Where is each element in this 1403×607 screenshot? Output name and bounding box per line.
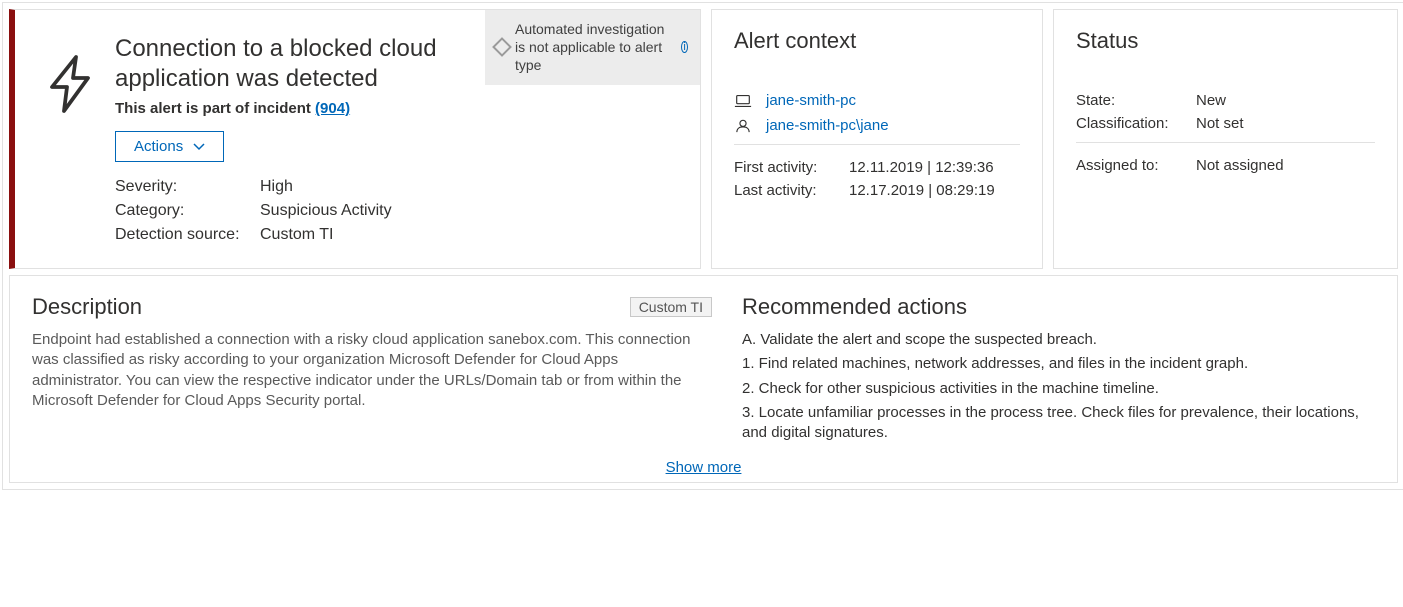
investigation-banner: Automated investigation is not applicabl… (485, 10, 700, 85)
severity-row: Severity: High (115, 178, 678, 196)
recommended-title: Recommended actions (742, 294, 1375, 320)
description-column: Description Custom TI Endpoint had estab… (32, 294, 712, 447)
laptop-icon (734, 94, 752, 108)
incident-line: This alert is part of incident (904) (115, 100, 678, 117)
classification-value: Not set (1196, 115, 1244, 132)
incident-prefix: This alert is part of incident (115, 100, 315, 117)
user-row: jane-smith-pc\jane (734, 117, 1020, 134)
state-row: State: New (1076, 92, 1375, 109)
device-link[interactable]: jane-smith-pc (766, 92, 856, 109)
recommended-step-3: 3. Locate unfamiliar processes in the pr… (742, 403, 1375, 444)
state-value: New (1196, 92, 1226, 109)
description-title: Description (32, 294, 142, 320)
severity-label: Severity: (115, 178, 260, 196)
alert-icon-column (45, 28, 115, 250)
investigation-status-icon (492, 37, 512, 57)
severity-value: High (260, 178, 293, 196)
actions-button-label: Actions (134, 138, 183, 155)
alert-context-card: Alert context jane-smith-pc jane-smith-p… (711, 9, 1043, 269)
show-more-link[interactable]: Show more (666, 459, 742, 476)
last-activity-value: 12.17.2019 | 08:29:19 (849, 182, 995, 199)
category-value: Suspicious Activity (260, 202, 392, 220)
assigned-row: Assigned to: Not assigned (1076, 157, 1375, 174)
detection-source-row: Detection source: Custom TI (115, 226, 678, 244)
status-card: Status State: New Classification: Not se… (1053, 9, 1398, 269)
recommended-column: Recommended actions A. Validate the aler… (742, 294, 1375, 447)
state-label: State: (1076, 92, 1196, 109)
category-row: Category: Suspicious Activity (115, 202, 678, 220)
custom-ti-tag: Custom TI (630, 297, 712, 317)
alert-context-title: Alert context (734, 28, 1020, 54)
alert-title: Connection to a blocked cloud applicatio… (115, 34, 455, 94)
show-more-row: Show more (32, 459, 1375, 476)
recommended-step-a: A. Validate the alert and scope the susp… (742, 330, 1375, 350)
first-activity-value: 12.11.2019 | 12:39:36 (849, 159, 994, 176)
device-row: jane-smith-pc (734, 92, 1020, 109)
recommended-step-2: 2. Check for other suspicious activities… (742, 379, 1375, 399)
user-link[interactable]: jane-smith-pc\jane (766, 117, 889, 134)
category-label: Category: (115, 202, 260, 220)
first-activity-row: First activity: 12.11.2019 | 12:39:36 (734, 159, 1020, 176)
status-divider (1076, 142, 1375, 143)
user-icon (734, 119, 752, 133)
assigned-label: Assigned to: (1076, 157, 1196, 174)
classification-label: Classification: (1076, 115, 1196, 132)
classification-row: Classification: Not set (1076, 115, 1375, 132)
context-divider (734, 144, 1020, 145)
details-card: Description Custom TI Endpoint had estab… (9, 275, 1398, 483)
actions-button[interactable]: Actions (115, 131, 224, 162)
lightning-icon (45, 54, 95, 114)
incident-link[interactable]: (904) (315, 100, 350, 117)
assigned-value: Not assigned (1196, 157, 1284, 174)
recommended-step-1: 1. Find related machines, network addres… (742, 354, 1375, 374)
last-activity-row: Last activity: 12.17.2019 | 08:29:19 (734, 182, 1020, 199)
alert-detail-page: Automated investigation is not applicabl… (2, 2, 1403, 490)
alert-summary-card: Automated investigation is not applicabl… (9, 9, 701, 269)
detection-source-label: Detection source: (115, 226, 260, 244)
info-icon[interactable]: i (681, 41, 688, 53)
first-activity-label: First activity: (734, 159, 849, 176)
last-activity-label: Last activity: (734, 182, 849, 199)
chevron-down-icon (193, 143, 205, 151)
investigation-banner-text: Automated investigation is not applicabl… (515, 20, 671, 75)
detection-source-value: Custom TI (260, 226, 334, 244)
status-title: Status (1076, 28, 1375, 54)
description-body: Endpoint had established a connection wi… (32, 330, 712, 411)
